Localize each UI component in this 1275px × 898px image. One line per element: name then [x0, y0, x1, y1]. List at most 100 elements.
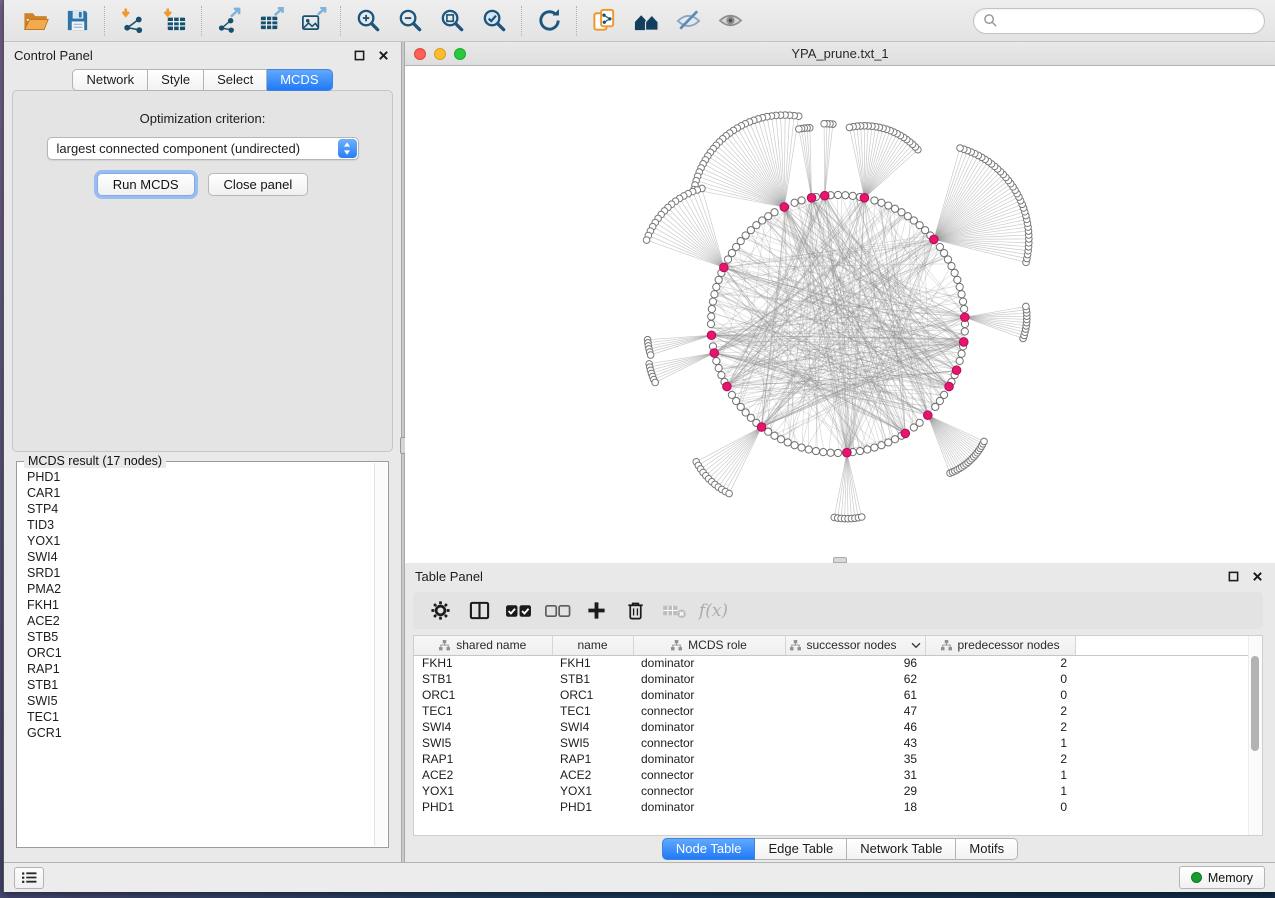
- open-session-button[interactable]: [15, 4, 55, 38]
- mcds-result-item[interactable]: CAR1: [18, 485, 373, 501]
- cell-shared-name[interactable]: STB1: [414, 671, 552, 687]
- cell-successor-nodes[interactable]: 31: [785, 767, 925, 783]
- export-network-button[interactable]: [209, 4, 249, 38]
- run-mcds-button[interactable]: Run MCDS: [97, 173, 195, 196]
- tab-mcds[interactable]: MCDS: [267, 69, 332, 91]
- cell-shared-name[interactable]: ORC1: [414, 687, 552, 703]
- cell-shared-name[interactable]: RAP1: [414, 751, 552, 767]
- tab-select[interactable]: Select: [204, 69, 267, 91]
- column-header-MCDS-role[interactable]: MCDS role: [633, 636, 785, 655]
- mcds-result-item[interactable]: SWI4: [18, 549, 373, 565]
- cell-predecessor-nodes[interactable]: 0: [925, 799, 1075, 815]
- mcds-result-item[interactable]: FKH1: [18, 597, 373, 613]
- cell-name[interactable]: SWI5: [552, 735, 633, 751]
- cell-name[interactable]: TEC1: [552, 703, 633, 719]
- cell-mcds-role[interactable]: connector: [633, 703, 785, 719]
- tab-motifs[interactable]: Motifs: [956, 838, 1018, 860]
- mcds-result-item[interactable]: YOX1: [18, 533, 373, 549]
- column-header-predecessor-nodes[interactable]: predecessor nodes: [925, 636, 1075, 655]
- cell-successor-nodes[interactable]: 35: [785, 751, 925, 767]
- add-entry-button[interactable]: [583, 597, 610, 624]
- mcds-result-item[interactable]: RAP1: [18, 661, 373, 677]
- cell-name[interactable]: RAP1: [552, 751, 633, 767]
- delete-entry-button[interactable]: [622, 597, 649, 624]
- export-image-button[interactable]: [293, 4, 333, 38]
- cell-predecessor-nodes[interactable]: 2: [925, 751, 1075, 767]
- cell-successor-nodes[interactable]: 62: [785, 671, 925, 687]
- cell-successor-nodes[interactable]: 29: [785, 783, 925, 799]
- mcds-result-item[interactable]: SRD1: [18, 565, 373, 581]
- show-all-button[interactable]: [710, 4, 750, 38]
- mcds-result-item[interactable]: STB1: [18, 677, 373, 693]
- table-row[interactable]: SWI4SWI4dominator462: [414, 719, 1250, 735]
- tab-network[interactable]: Network: [72, 69, 148, 91]
- cell-mcds-role[interactable]: dominator: [633, 655, 785, 671]
- table-row[interactable]: ACE2ACE2connector311: [414, 767, 1250, 783]
- float-table-panel-button[interactable]: [1225, 569, 1241, 585]
- mcds-result-item[interactable]: ORC1: [18, 645, 373, 661]
- search-input[interactable]: [1003, 13, 1255, 28]
- float-panel-button[interactable]: [351, 48, 367, 64]
- cell-name[interactable]: ORC1: [552, 687, 633, 703]
- mcds-result-item[interactable]: STB5: [18, 629, 373, 645]
- mcds-result-item[interactable]: TEC1: [18, 709, 373, 725]
- import-table-button[interactable]: [154, 4, 194, 38]
- mcds-result-item[interactable]: ACE2: [18, 613, 373, 629]
- network-graph[interactable]: [405, 66, 1275, 563]
- first-neighbors-button[interactable]: [626, 4, 666, 38]
- close-panel-button[interactable]: [375, 48, 391, 64]
- cell-mcds-role[interactable]: dominator: [633, 687, 785, 703]
- cell-mcds-role[interactable]: dominator: [633, 751, 785, 767]
- cell-shared-name[interactable]: YOX1: [414, 783, 552, 799]
- cell-predecessor-nodes[interactable]: 1: [925, 767, 1075, 783]
- table-row[interactable]: TEC1TEC1connector472: [414, 703, 1250, 719]
- tab-edge-table[interactable]: Edge Table: [755, 838, 847, 860]
- cell-name[interactable]: ACE2: [552, 767, 633, 783]
- mcds-result-item[interactable]: GCR1: [18, 725, 373, 741]
- cell-successor-nodes[interactable]: 96: [785, 655, 925, 671]
- mcds-result-item[interactable]: SWI5: [18, 693, 373, 709]
- cell-name[interactable]: PHD1: [552, 799, 633, 815]
- criterion-dropdown[interactable]: largest connected component (undirected): [47, 137, 359, 160]
- cell-mcds-role[interactable]: connector: [633, 735, 785, 751]
- table-settings-button[interactable]: [427, 597, 454, 624]
- hide-selected-button[interactable]: [668, 4, 708, 38]
- cell-successor-nodes[interactable]: 47: [785, 703, 925, 719]
- cell-mcds-role[interactable]: connector: [633, 783, 785, 799]
- split-panel-button[interactable]: [466, 597, 493, 624]
- table-row[interactable]: YOX1YOX1connector291: [414, 783, 1250, 799]
- table-row[interactable]: FKH1FKH1dominator962: [414, 655, 1250, 671]
- duplicate-network-button[interactable]: [584, 4, 624, 38]
- mcds-result-item[interactable]: PHD1: [18, 469, 373, 485]
- tab-network-table[interactable]: Network Table: [847, 838, 956, 860]
- mcds-result-item[interactable]: PMA2: [18, 581, 373, 597]
- cell-shared-name[interactable]: PHD1: [414, 799, 552, 815]
- zoom-selected-button[interactable]: [474, 4, 514, 38]
- cell-successor-nodes[interactable]: 46: [785, 719, 925, 735]
- node-table[interactable]: shared namenameMCDS rolesuccessor nodesp…: [414, 636, 1250, 815]
- import-network-button[interactable]: [112, 4, 152, 38]
- result-list-scrollbar[interactable]: [374, 463, 387, 846]
- mcds-result-item[interactable]: TID3: [18, 517, 373, 533]
- close-table-panel-button[interactable]: [1249, 569, 1265, 585]
- cell-shared-name[interactable]: SWI5: [414, 735, 552, 751]
- zoom-out-button[interactable]: [390, 4, 430, 38]
- table-row[interactable]: STB1STB1dominator620: [414, 671, 1250, 687]
- cell-mcds-role[interactable]: connector: [633, 767, 785, 783]
- cell-shared-name[interactable]: ACE2: [414, 767, 552, 783]
- cell-predecessor-nodes[interactable]: 2: [925, 719, 1075, 735]
- cell-successor-nodes[interactable]: 61: [785, 687, 925, 703]
- cell-mcds-role[interactable]: dominator: [633, 799, 785, 815]
- mcds-result-item[interactable]: STP4: [18, 501, 373, 517]
- cell-predecessor-nodes[interactable]: 1: [925, 783, 1075, 799]
- cell-predecessor-nodes[interactable]: 2: [925, 703, 1075, 719]
- network-canvas[interactable]: [405, 66, 1275, 563]
- cell-successor-nodes[interactable]: 18: [785, 799, 925, 815]
- cell-mcds-role[interactable]: dominator: [633, 719, 785, 735]
- export-table-button[interactable]: [251, 4, 291, 38]
- canvas-splitter-handle[interactable]: [833, 557, 847, 563]
- deselect-all-button[interactable]: [544, 597, 571, 624]
- cell-predecessor-nodes[interactable]: 1: [925, 735, 1075, 751]
- close-mcds-panel-button[interactable]: Close panel: [208, 173, 309, 196]
- save-session-button[interactable]: [57, 4, 97, 38]
